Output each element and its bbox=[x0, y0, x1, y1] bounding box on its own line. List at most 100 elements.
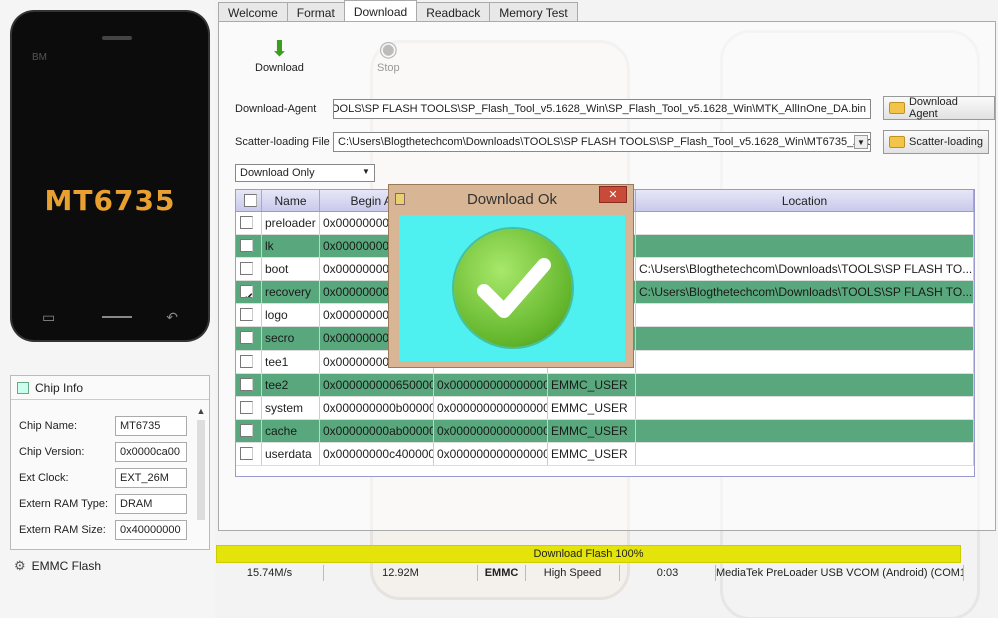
menu-icon: ▭ bbox=[42, 309, 56, 325]
checkbox-box bbox=[240, 446, 253, 460]
success-check-icon bbox=[454, 229, 572, 347]
location bbox=[636, 235, 974, 258]
scatter-row: Scatter-loading File C:\Users\Blogthetec… bbox=[235, 132, 871, 152]
checkbox-box bbox=[240, 377, 253, 391]
chip-version-value[interactable]: 0x0000ca00 bbox=[115, 442, 187, 462]
chevron-down-icon: ▼ bbox=[362, 167, 370, 176]
tab-download[interactable]: Download bbox=[343, 0, 418, 22]
row-checkbox[interactable] bbox=[236, 258, 262, 281]
phone-model-label: MT6735 bbox=[44, 184, 176, 217]
row-checkbox[interactable] bbox=[236, 235, 262, 258]
status-bar: 15.74M/s 12.92M EMMC High Speed 0:03 Med… bbox=[216, 565, 964, 581]
download-button[interactable]: ⬇ Download bbox=[255, 36, 304, 74]
scatter-loading-button-label: Scatter-loading bbox=[909, 136, 983, 148]
ram-size-value[interactable]: 0x40000000 bbox=[115, 520, 187, 540]
row-checkbox[interactable] bbox=[236, 396, 262, 419]
scroll-track[interactable] bbox=[197, 420, 205, 520]
col-location[interactable]: Location bbox=[636, 190, 974, 211]
begin-address: 0x000000000b000000 bbox=[320, 396, 434, 419]
emmc-flash-item[interactable]: ⚙ EMMC Flash bbox=[14, 558, 101, 574]
row-checkbox[interactable] bbox=[236, 442, 262, 466]
status-speed: 15.74M/s bbox=[216, 565, 324, 581]
phone-image: BM MT6735 ▭ ↶ bbox=[12, 12, 208, 340]
download-ok-dialog: Download Ok ✕ bbox=[388, 184, 634, 368]
tab-welcome[interactable]: Welcome bbox=[218, 2, 288, 22]
checkbox-box bbox=[240, 400, 253, 414]
checkbox-box bbox=[240, 354, 253, 368]
download-agent-button[interactable]: Download Agent bbox=[883, 96, 995, 120]
partition-name: system bbox=[262, 396, 320, 419]
ext-clock-row: Ext Clock: EXT_26M bbox=[19, 468, 187, 488]
location bbox=[636, 442, 974, 466]
ram-type-label: Extern RAM Type: bbox=[19, 498, 109, 510]
partition-name: secro bbox=[262, 327, 320, 350]
download-mode-select[interactable]: Download Only ▼ bbox=[235, 164, 375, 182]
download-agent-input[interactable]: oads\TOOLS\SP FLASH TOOLS\SP_Flash_Tool_… bbox=[333, 99, 871, 119]
stop-icon: ◉ bbox=[378, 36, 398, 61]
location bbox=[636, 350, 974, 373]
home-icon bbox=[102, 316, 132, 318]
ram-type-value[interactable]: DRAM bbox=[115, 494, 187, 514]
ram-type-row: Extern RAM Type: DRAM bbox=[19, 494, 187, 514]
table-row[interactable]: tee2 0x0000000006500000 0x0000000000000000… bbox=[236, 373, 974, 397]
location bbox=[636, 419, 974, 442]
close-button[interactable]: ✕ bbox=[599, 186, 627, 203]
row-checkbox[interactable] bbox=[236, 373, 262, 396]
emmc-flash-label: EMMC Flash bbox=[31, 559, 101, 573]
back-icon: ↶ bbox=[166, 309, 178, 325]
checkbox-box bbox=[240, 423, 253, 437]
flash-tool-window: BM MT6735 ▭ ↶ Chip Info Chip Name: MT673… bbox=[0, 0, 998, 618]
chip-info-header[interactable]: Chip Info bbox=[11, 376, 209, 400]
tab-format[interactable]: Format bbox=[286, 2, 345, 22]
chevron-down-icon[interactable]: ▼ bbox=[854, 135, 868, 149]
ext-clock-value[interactable]: EXT_26M bbox=[115, 468, 187, 488]
tab-readback[interactable]: Readback bbox=[416, 2, 491, 22]
col-name[interactable]: Name bbox=[262, 190, 320, 211]
row-checkbox[interactable] bbox=[236, 212, 262, 235]
location bbox=[636, 373, 974, 396]
download-progress-bar: Download Flash 100% bbox=[216, 545, 961, 563]
checkbox-box bbox=[240, 239, 253, 253]
left-panel: BM MT6735 ▭ ↶ Chip Info Chip Name: MT673… bbox=[0, 0, 215, 618]
scatter-input[interactable]: C:\Users\Blogthetechcom\Downloads\TOOLS\… bbox=[333, 132, 871, 152]
download-button-label: Download bbox=[255, 62, 304, 74]
row-checkbox[interactable] bbox=[236, 419, 262, 442]
chip-name-value[interactable]: MT6735 bbox=[115, 416, 187, 436]
region: EMMC_USER bbox=[548, 442, 636, 466]
dialog-titlebar[interactable]: Download Ok bbox=[389, 185, 633, 213]
tab-memory-test[interactable]: Memory Test bbox=[489, 2, 578, 22]
status-time: 0:03 bbox=[620, 565, 716, 581]
status-speed-mode: High Speed bbox=[526, 565, 620, 581]
location: C:\Users\Blogthetechcom\Downloads\TOOLS\… bbox=[636, 258, 974, 281]
chip-version-row: Chip Version: 0x0000ca00 bbox=[19, 442, 187, 462]
scatter-input-text: C:\Users\Blogthetechcom\Downloads\TOOLS\… bbox=[338, 136, 871, 148]
checkbox-box: ✔ bbox=[240, 285, 253, 299]
stop-button[interactable]: ◉ Stop bbox=[377, 36, 400, 74]
row-checkbox[interactable] bbox=[236, 327, 262, 350]
scatter-label: Scatter-loading File bbox=[235, 136, 330, 148]
download-agent-row: Download-Agent oads\TOOLS\SP FLASH TOOLS… bbox=[235, 99, 871, 119]
select-all-checkbox[interactable] bbox=[236, 190, 262, 211]
dialog-body bbox=[399, 215, 625, 361]
chip-info-scrollbar[interactable]: ▲ bbox=[195, 406, 207, 546]
partition-name: recovery bbox=[262, 281, 320, 304]
tab-bar: Welcome Format Download Readback Memory … bbox=[218, 0, 578, 22]
row-checkbox[interactable] bbox=[236, 350, 262, 373]
scroll-up-icon[interactable]: ▲ bbox=[195, 406, 207, 416]
location bbox=[636, 327, 974, 350]
checkbox-box bbox=[240, 216, 253, 229]
download-arrow-icon: ⬇ bbox=[270, 36, 289, 61]
end-address: 0x0000000000000000 bbox=[434, 396, 548, 419]
status-size: 12.92M bbox=[324, 565, 478, 581]
row-checkbox[interactable] bbox=[236, 304, 262, 327]
partition-name: logo bbox=[262, 304, 320, 327]
partition-name: cache bbox=[262, 419, 320, 442]
location bbox=[636, 304, 974, 327]
table-row[interactable]: system 0x000000000b000000 0x00000000000000… bbox=[236, 396, 974, 420]
scatter-loading-button[interactable]: Scatter-loading bbox=[883, 130, 989, 154]
table-row[interactable]: cache 0x00000000ab000000 0x000000000000000… bbox=[236, 419, 974, 443]
row-checkbox[interactable]: ✔ bbox=[236, 281, 262, 304]
table-row[interactable]: userdata 0x00000000c4000000 0x000000000000… bbox=[236, 442, 974, 467]
region: EMMC_USER bbox=[548, 419, 636, 442]
table-footer bbox=[236, 466, 974, 476]
